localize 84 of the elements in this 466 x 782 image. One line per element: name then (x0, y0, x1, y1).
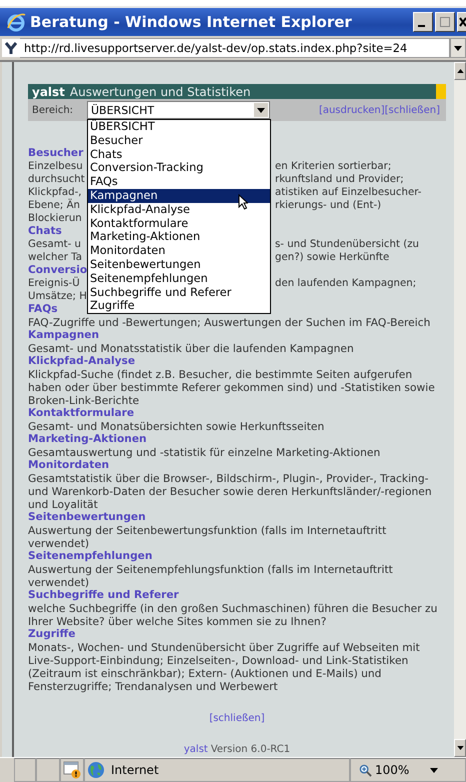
section-heading-link[interactable]: FAQs (28, 303, 58, 315)
dropdown-option[interactable]: Kampagnen (88, 188, 270, 203)
description-fragment: Klickpfad-, (28, 186, 82, 198)
area-select[interactable]: ÜBERSICHT (87, 101, 270, 119)
section-heading-link[interactable]: Seitenbewertungen (28, 511, 146, 523)
page-warning-icon (63, 761, 81, 779)
dropdown-button[interactable] (450, 38, 466, 58)
dropdown-option[interactable]: Besucher (88, 134, 270, 148)
area-label: Bereich: (32, 104, 74, 116)
maximize-icon (437, 14, 453, 30)
section-heading-link[interactable]: Marketing-Aktionen (28, 433, 147, 445)
section-heading-link[interactable]: Kampagnen (28, 329, 99, 341)
description-fragment: Gesamt- u (28, 238, 82, 251)
description-fragment: Einzelbesu (28, 160, 83, 173)
scroll-down-icon (456, 746, 464, 750)
close-button[interactable] (457, 12, 466, 32)
description-fragment: s- und Stundenübersicht (zu (275, 238, 419, 251)
section-heading-link[interactable]: Kontaktformulare (28, 407, 134, 419)
page-title: Auswertungen und Statistiken (70, 84, 251, 98)
dropdown-option[interactable]: Klickpfad-Analyse (88, 202, 270, 217)
window-title: Beratung - Windows Internet Explorer (30, 13, 352, 31)
section-heading-link[interactable]: Besucher (28, 147, 84, 159)
dropdown-option[interactable]: Marketing-Aktionen (88, 230, 270, 244)
zone-label: Internet (111, 763, 159, 777)
close-link[interactable]: [schließen] (209, 713, 265, 724)
maximize-button[interactable] (435, 12, 455, 32)
description-fragment: durchsucht (28, 173, 85, 186)
section-heading-link[interactable]: Seitenempfehlungen (28, 550, 152, 562)
dropdown-option[interactable]: Chats (88, 148, 270, 162)
scroll-up-icon (456, 69, 464, 73)
globe-icon (87, 761, 105, 779)
zoom-control[interactable]: 100% (350, 758, 466, 782)
section-description: Auswertung der Seitenbewertungsfunktion (falls im Internetauftritt verwendet) (28, 524, 388, 550)
dropdown-option[interactable]: Seitenbewertungen (88, 258, 270, 272)
section-description: Gesamtstatistik über die Browser-, Bildschirm-, Plugin-, Provider-, Tracking- und Warenkorb-Daten der Besucher sowie deren Herkunftsländer/-regionen und Loyalität (28, 472, 433, 511)
description-fragment: den laufenden Kampagnen; (275, 277, 416, 290)
section-description: Auswertung der Seitenempfehlungsfunktion (falls im Internetauftritt verwendet) (28, 563, 394, 589)
dropdown-option[interactable]: Kontaktformulare (88, 216, 270, 230)
section-description: Gesamtauswertung und -statistik für einzelne Marketing-Aktionen (28, 446, 382, 459)
section-heading-link[interactable]: Monitordaten (28, 459, 110, 471)
caret-icon (454, 46, 462, 50)
dropdown-option[interactable]: FAQs (88, 175, 270, 189)
dropdown-option[interactable]: Seitenempfehlungen (88, 272, 270, 286)
section-heading-link[interactable]: Suchbegriffe und Referer (28, 589, 179, 601)
caret-icon (257, 108, 265, 112)
section-heading-link[interactable]: Chats (28, 225, 62, 237)
dropdown-option[interactable]: Monitordaten (88, 244, 270, 258)
vertical-scrollbar[interactable] (454, 62, 466, 757)
description-fragment: en Kriterien sortierbar; (275, 160, 392, 173)
site-logo-icon (2, 39, 20, 57)
description-fragment: Ebene; Än (28, 199, 80, 212)
section-description: Gesamt- und Monatsstatistik über die laufenden Kampagnen (28, 342, 355, 355)
section-description: Monats-, Wochen- und Stundenübersicht über Zugriffe auf Webseiten mit Live-Support-Einbindung; Einzelseiten-, Download- und Link-Statistiken (Zeitraum ist einschränkbar); Extern- (Auktionen und E-Mails) und Fensterzugriffe; Trendanalysen und Werbewert (28, 641, 421, 693)
dropdown-option[interactable]: Zugriffe (88, 299, 270, 314)
description-fragment: Ereignis-Ü (28, 277, 80, 290)
description-fragment: rkierungs- und (Ent-) (275, 199, 382, 212)
description-fragment: welcher Ta (28, 251, 82, 264)
zoom-icon (359, 764, 372, 776)
description-fragment: gen?) sowie Herkünfte (275, 251, 390, 264)
accent-square-icon (436, 84, 446, 99)
browser-logo-icon (6, 12, 26, 32)
minimize-button[interactable] (413, 12, 433, 32)
section-description: welche Suchbegriffe (in den großen Suchmaschinen) führen die Besucher zu Ihrer Website? über welche Sites kommen sie zu Ihnen? (28, 602, 438, 628)
dropdown-option[interactable]: Conversion-Tracking (88, 161, 270, 176)
dropdown-option[interactable]: ÜBERSICHT (88, 120, 270, 134)
status-panel (14, 758, 36, 782)
version-text: Version 6.0-RC1 (210, 744, 290, 755)
brand-name: yalst (32, 84, 65, 98)
description-fragment: rkunftsland und Provider; (275, 173, 404, 186)
section-heading-link[interactable]: Klickpfad-Analyse (28, 355, 136, 367)
caret-icon (430, 768, 438, 772)
section-description: Gesamt- und Monatsübersichten sowie Herkunftsseiten (28, 420, 326, 433)
description-fragment: atistiken auf Einzelbesucher- (275, 186, 422, 199)
address-field[interactable]: http://rd.livesupportserver.de/yalst-dev/op.stats.index.php?site=24 (20, 38, 450, 58)
brand-link[interactable]: yalst (184, 744, 208, 755)
minimize-icon (418, 25, 425, 27)
mouse-pointer-icon (238, 194, 248, 210)
section-heading-link[interactable]: Conversio (28, 264, 88, 276)
description-fragment: Umsätze; H (28, 290, 87, 303)
description-fragment: Blockierun (28, 212, 82, 225)
section-description: Klickpfad-Suche (findet z.B. Besucher, die bestimmte Seiten aufgerufen haben oder über bestimmte Referer gekommen sind) und -Statistiken sowie Broken-Link-Berichte (28, 368, 436, 407)
dropdown-option[interactable]: Suchbegriffe und Referer (88, 286, 270, 300)
section-description: FAQ-Zugriffe und -Bewertungen; Auswertungen der Suchen im FAQ-Bereich (28, 316, 432, 329)
section-heading-link[interactable]: Zugriffe (28, 628, 76, 640)
